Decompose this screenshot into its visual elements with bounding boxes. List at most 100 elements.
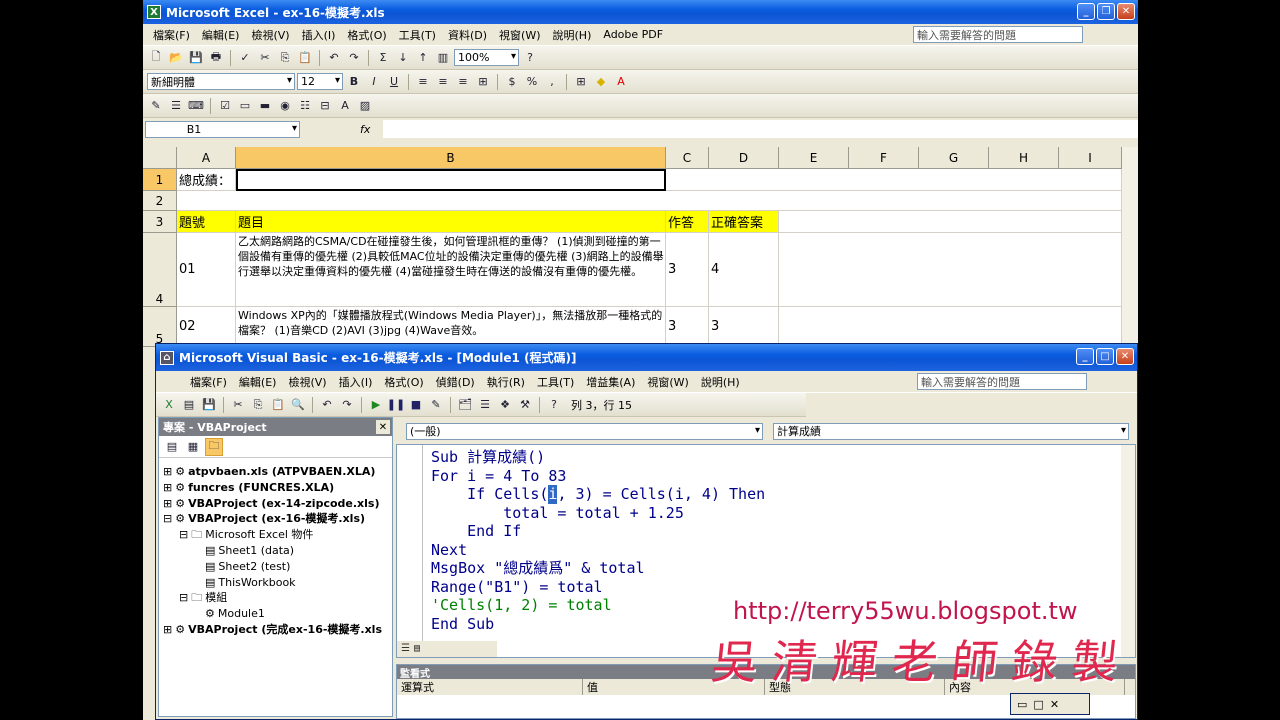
properties-icon[interactable]: ☰	[167, 97, 185, 115]
tree-item[interactable]: ⊟ ⚙ VBAProject (ex-16-模擬考.xls)	[163, 511, 382, 527]
vbe-menu-window[interactable]: 視窗(W)	[641, 374, 694, 390]
object-browser-icon[interactable]: ❖	[496, 396, 514, 414]
cell-b5[interactable]: Windows XP內的「媒體播放程式(Windows Media Player…	[236, 307, 666, 347]
vbe-menu-insert[interactable]: 插入(I)	[333, 374, 379, 390]
column-header[interactable]: E	[779, 147, 849, 169]
textbox-icon[interactable]: ▭	[236, 97, 254, 115]
vbe-cut-icon[interactable]: ✂	[229, 396, 247, 414]
view-code-icon[interactable]: ⌨	[187, 97, 205, 115]
vbe-copy-icon[interactable]: ⎘	[249, 396, 267, 414]
fill-color-icon[interactable]: ◆	[592, 73, 610, 91]
tree-item[interactable]: ▤ ThisWorkbook	[163, 575, 382, 591]
minimized-window-bar[interactable]: ▭ □ ✕	[1010, 693, 1090, 715]
row-header[interactable]: 5	[143, 307, 177, 347]
tree-item[interactable]: ⊞ ⚙ atpvbaen.xls (ATPVBAEN.XLA)	[163, 464, 382, 480]
cell-a5[interactable]: 02	[177, 307, 236, 347]
image-icon[interactable]: ▨	[356, 97, 374, 115]
cell-row2-empty[interactable]	[177, 191, 1122, 211]
font-size-select[interactable]: 12	[297, 73, 343, 90]
view-excel-icon[interactable]: X	[160, 396, 178, 414]
column-header[interactable]: I	[1059, 147, 1122, 169]
align-left-icon[interactable]: ≡	[414, 73, 432, 91]
column-header[interactable]: D	[709, 147, 779, 169]
find-icon[interactable]: 🔍	[289, 396, 307, 414]
view-code-btn-icon[interactable]: ▤	[163, 438, 181, 456]
vbe-menu-addins[interactable]: 增益集(A)	[580, 374, 641, 390]
break-icon[interactable]: ❚❚	[387, 396, 405, 414]
cell-c4[interactable]: 3	[666, 233, 709, 307]
vbe-titlebar[interactable]: ⌂ Microsoft Visual Basic - ex-16-模擬考.xls…	[156, 344, 1137, 371]
copy-icon[interactable]: ⎘	[276, 49, 294, 67]
code-line[interactable]: total = total + 1.25	[431, 504, 684, 522]
cell-c5[interactable]: 3	[666, 307, 709, 347]
cell-c3[interactable]: 作答	[666, 211, 709, 233]
project-close-icon[interactable]: ✕	[376, 420, 390, 434]
align-center-icon[interactable]: ≡	[434, 73, 452, 91]
save-icon[interactable]: 💾	[187, 49, 205, 67]
code-line[interactable]: For i = 4 To 83	[431, 467, 566, 485]
undo-icon[interactable]: ↶	[325, 49, 343, 67]
view-object-btn-icon[interactable]: ▦	[184, 438, 202, 456]
underline-icon[interactable]: U	[385, 73, 403, 91]
menu-window[interactable]: 視窗(W)	[493, 27, 546, 43]
max-small-icon[interactable]: □	[1033, 698, 1043, 711]
listbox-icon[interactable]: ☷	[296, 97, 314, 115]
help-icon[interactable]: ?	[521, 49, 539, 67]
design-icon[interactable]: ✎	[427, 396, 445, 414]
cell-d4[interactable]: 4	[709, 233, 779, 307]
menu-insert[interactable]: 插入(I)	[296, 27, 342, 43]
row-header[interactable]: 2	[143, 191, 177, 211]
insert-module-icon[interactable]: ▤	[180, 396, 198, 414]
code-line[interactable]: End Sub	[431, 615, 494, 633]
label-icon[interactable]: A	[336, 97, 354, 115]
code-comment-line[interactable]: 'Cells(1, 2) = total	[431, 596, 612, 614]
redo-icon[interactable]: ↷	[345, 49, 363, 67]
code-line[interactable]: Range("B1") = total	[431, 578, 603, 596]
vbe-menu-format[interactable]: 格式(O)	[378, 374, 429, 390]
cell-row4-empty[interactable]	[779, 233, 1122, 307]
row-header[interactable]: 1	[143, 169, 177, 191]
column-header[interactable]: H	[989, 147, 1059, 169]
column-header[interactable]: F	[849, 147, 919, 169]
cell-d3[interactable]: 正確答案	[709, 211, 779, 233]
select-all-corner[interactable]	[143, 147, 177, 169]
vbe-menu-edit[interactable]: 編輯(E)	[233, 374, 283, 390]
cell-b1-active[interactable]	[236, 169, 666, 191]
tree-item[interactable]: ⚙ Module1	[163, 606, 382, 622]
tree-item[interactable]: ▤ Sheet1 (data)	[163, 543, 382, 559]
toggle-folders-icon[interactable]: 🗀	[205, 437, 223, 456]
vbe-redo-icon[interactable]: ↷	[338, 396, 356, 414]
run-icon[interactable]: ▶	[367, 396, 385, 414]
excel-titlebar[interactable]: X Microsoft Excel - ex-16-模擬考.xls _ ❐ ✕	[143, 0, 1138, 24]
code-line[interactable]: Next	[431, 541, 467, 559]
properties-window-icon[interactable]: ☰	[476, 396, 494, 414]
design-mode-icon[interactable]: ✎	[147, 97, 165, 115]
row-header[interactable]: 4	[143, 233, 177, 307]
vbe-menu-help[interactable]: 說明(H)	[695, 374, 746, 390]
combobox-icon[interactable]: ⊟	[316, 97, 334, 115]
cell-a1[interactable]: 總成績：	[177, 169, 236, 191]
watch-col[interactable]: 運算式	[397, 679, 583, 695]
tree-item[interactable]: ⊞ ⚙ funcres (FUNCRES.XLA)	[163, 480, 382, 496]
percent-icon[interactable]: %	[523, 73, 541, 91]
help-search-input[interactable]: 輸入需要解答的問題	[913, 26, 1083, 43]
code-line[interactable]: End If	[431, 522, 521, 540]
print-icon[interactable]: 🖶	[207, 49, 225, 67]
column-header[interactable]: A	[177, 147, 236, 169]
chart-icon[interactable]: ▥	[434, 49, 452, 67]
code-line[interactable]: Sub 計算成績()	[431, 448, 545, 466]
open-icon[interactable]: 📂	[167, 49, 185, 67]
cell-b4[interactable]: 乙太網路網路的CSMA/CD在碰撞發生後，如何管理訊框的重傳？ (1)偵測到碰撞…	[236, 233, 666, 307]
vbe-undo-icon[interactable]: ↶	[318, 396, 336, 414]
tree-item[interactable]: ⊟ 🗀 Microsoft Excel 物件	[163, 527, 382, 543]
vbe-menu-debug[interactable]: 偵錯(D)	[430, 374, 481, 390]
vertical-scrollbar[interactable]	[1122, 147, 1138, 347]
column-header[interactable]: C	[666, 147, 709, 169]
menu-adobe-pdf[interactable]: Adobe PDF	[597, 28, 669, 41]
menu-data[interactable]: 資料(D)	[442, 27, 493, 43]
option-button-icon[interactable]: ◉	[276, 97, 294, 115]
cell-row3-empty[interactable]	[779, 211, 1122, 233]
cell-row5-empty[interactable]	[779, 307, 1122, 347]
restore-button[interactable]: ❐	[1097, 3, 1115, 20]
vbe-menu-tools[interactable]: 工具(T)	[531, 374, 580, 390]
